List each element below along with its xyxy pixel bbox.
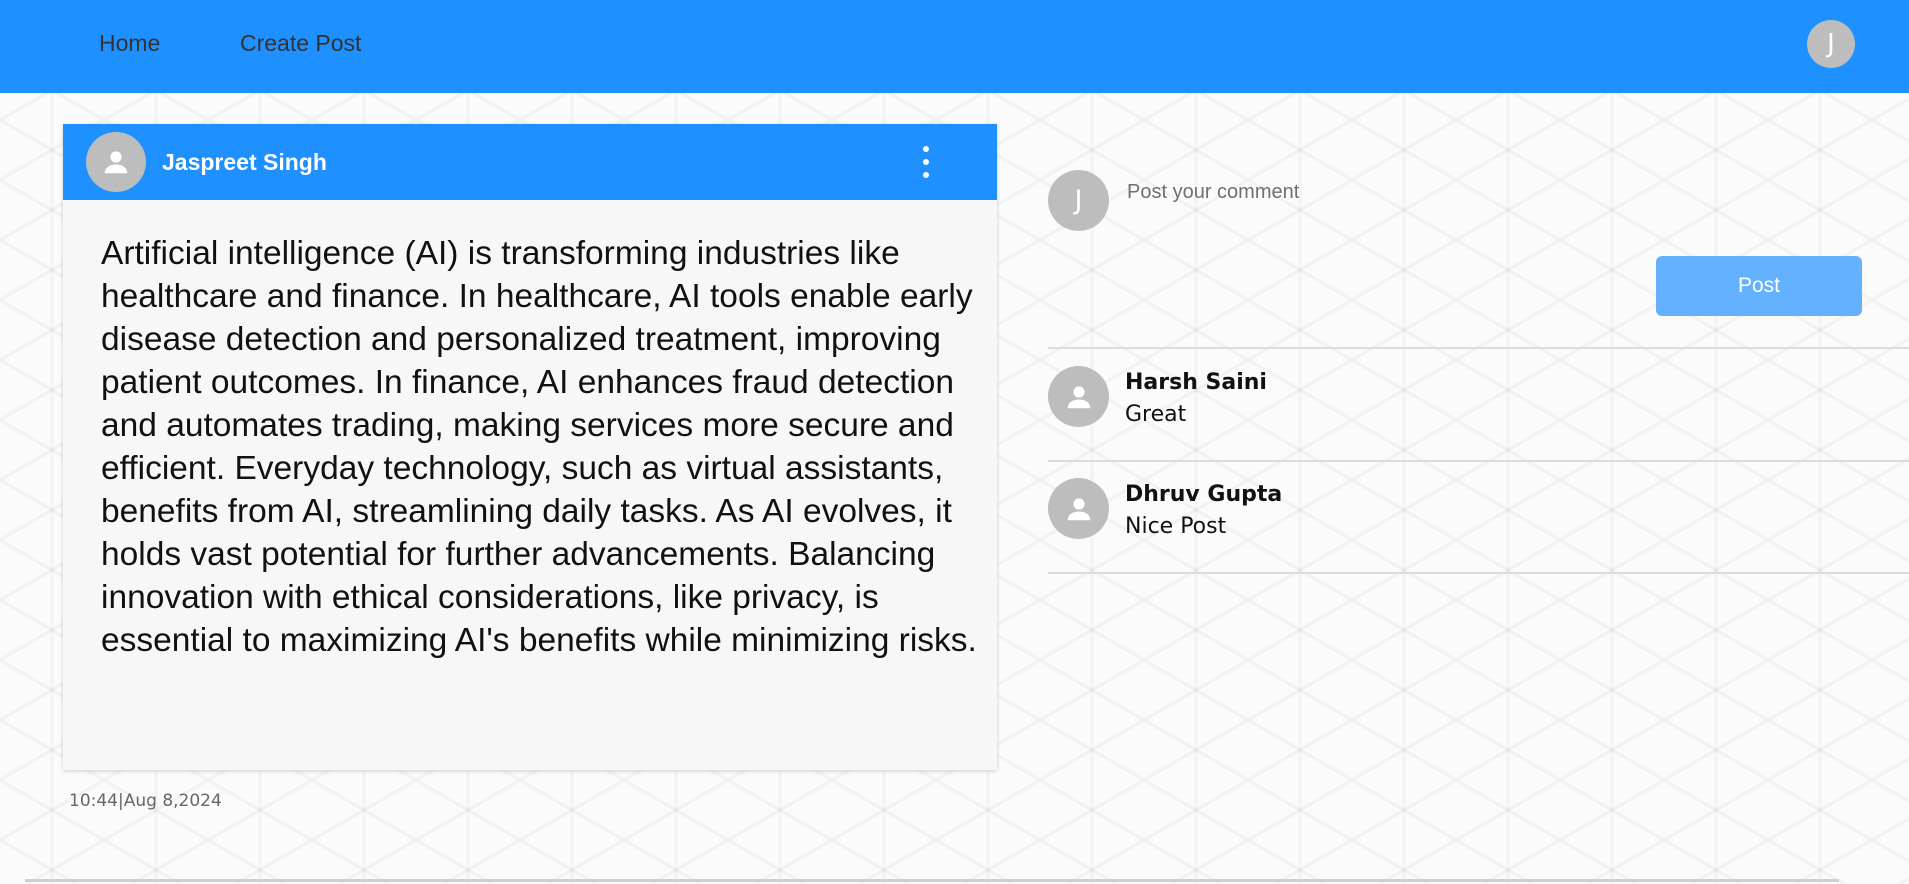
nav-create-post-link[interactable]: Create Post — [240, 30, 361, 57]
comment-text: Great — [1125, 402, 1187, 427]
comment-divider — [1048, 347, 1909, 349]
comment-item: Dhruv Gupta Nice Post — [1048, 478, 1748, 558]
post-card: Jaspreet Singh Artificial intelligence (… — [63, 124, 997, 770]
current-user-initial: J — [1074, 185, 1083, 216]
user-avatar-initial: J — [1827, 29, 1835, 59]
nav-home-link[interactable]: Home — [99, 30, 160, 57]
page: Home Create Post J Jaspreet Singh Artifi… — [0, 0, 1909, 884]
comment-item: Harsh Saini Great — [1048, 366, 1748, 446]
comment-avatar — [1048, 478, 1109, 539]
post-timestamp: 10:44|Aug 8,2024 — [69, 791, 222, 811]
post-header: Jaspreet Singh — [63, 124, 997, 200]
current-user-avatar: J — [1048, 170, 1109, 231]
person-icon — [104, 151, 128, 174]
user-avatar[interactable]: J — [1807, 20, 1855, 68]
top-nav-bar: Home Create Post J — [0, 0, 1909, 93]
comment-author: Dhruv Gupta — [1125, 482, 1283, 507]
person-icon — [1067, 385, 1090, 408]
page-bottom-divider — [25, 879, 1839, 882]
comment-input[interactable] — [1117, 168, 1877, 216]
person-icon — [1067, 497, 1090, 520]
comment-author: Harsh Saini — [1125, 370, 1267, 395]
post-body-text: Artificial intelligence (AI) is transfor… — [101, 235, 977, 659]
post-author-name[interactable]: Jaspreet Singh — [162, 149, 327, 176]
more-vertical-icon[interactable] — [916, 146, 936, 178]
comment-text: Nice Post — [1125, 514, 1227, 539]
post-author-avatar — [86, 132, 146, 192]
comment-divider — [1048, 460, 1909, 462]
post-comment-button[interactable]: Post — [1656, 256, 1862, 316]
comment-avatar — [1048, 366, 1109, 427]
comment-divider — [1048, 572, 1909, 574]
